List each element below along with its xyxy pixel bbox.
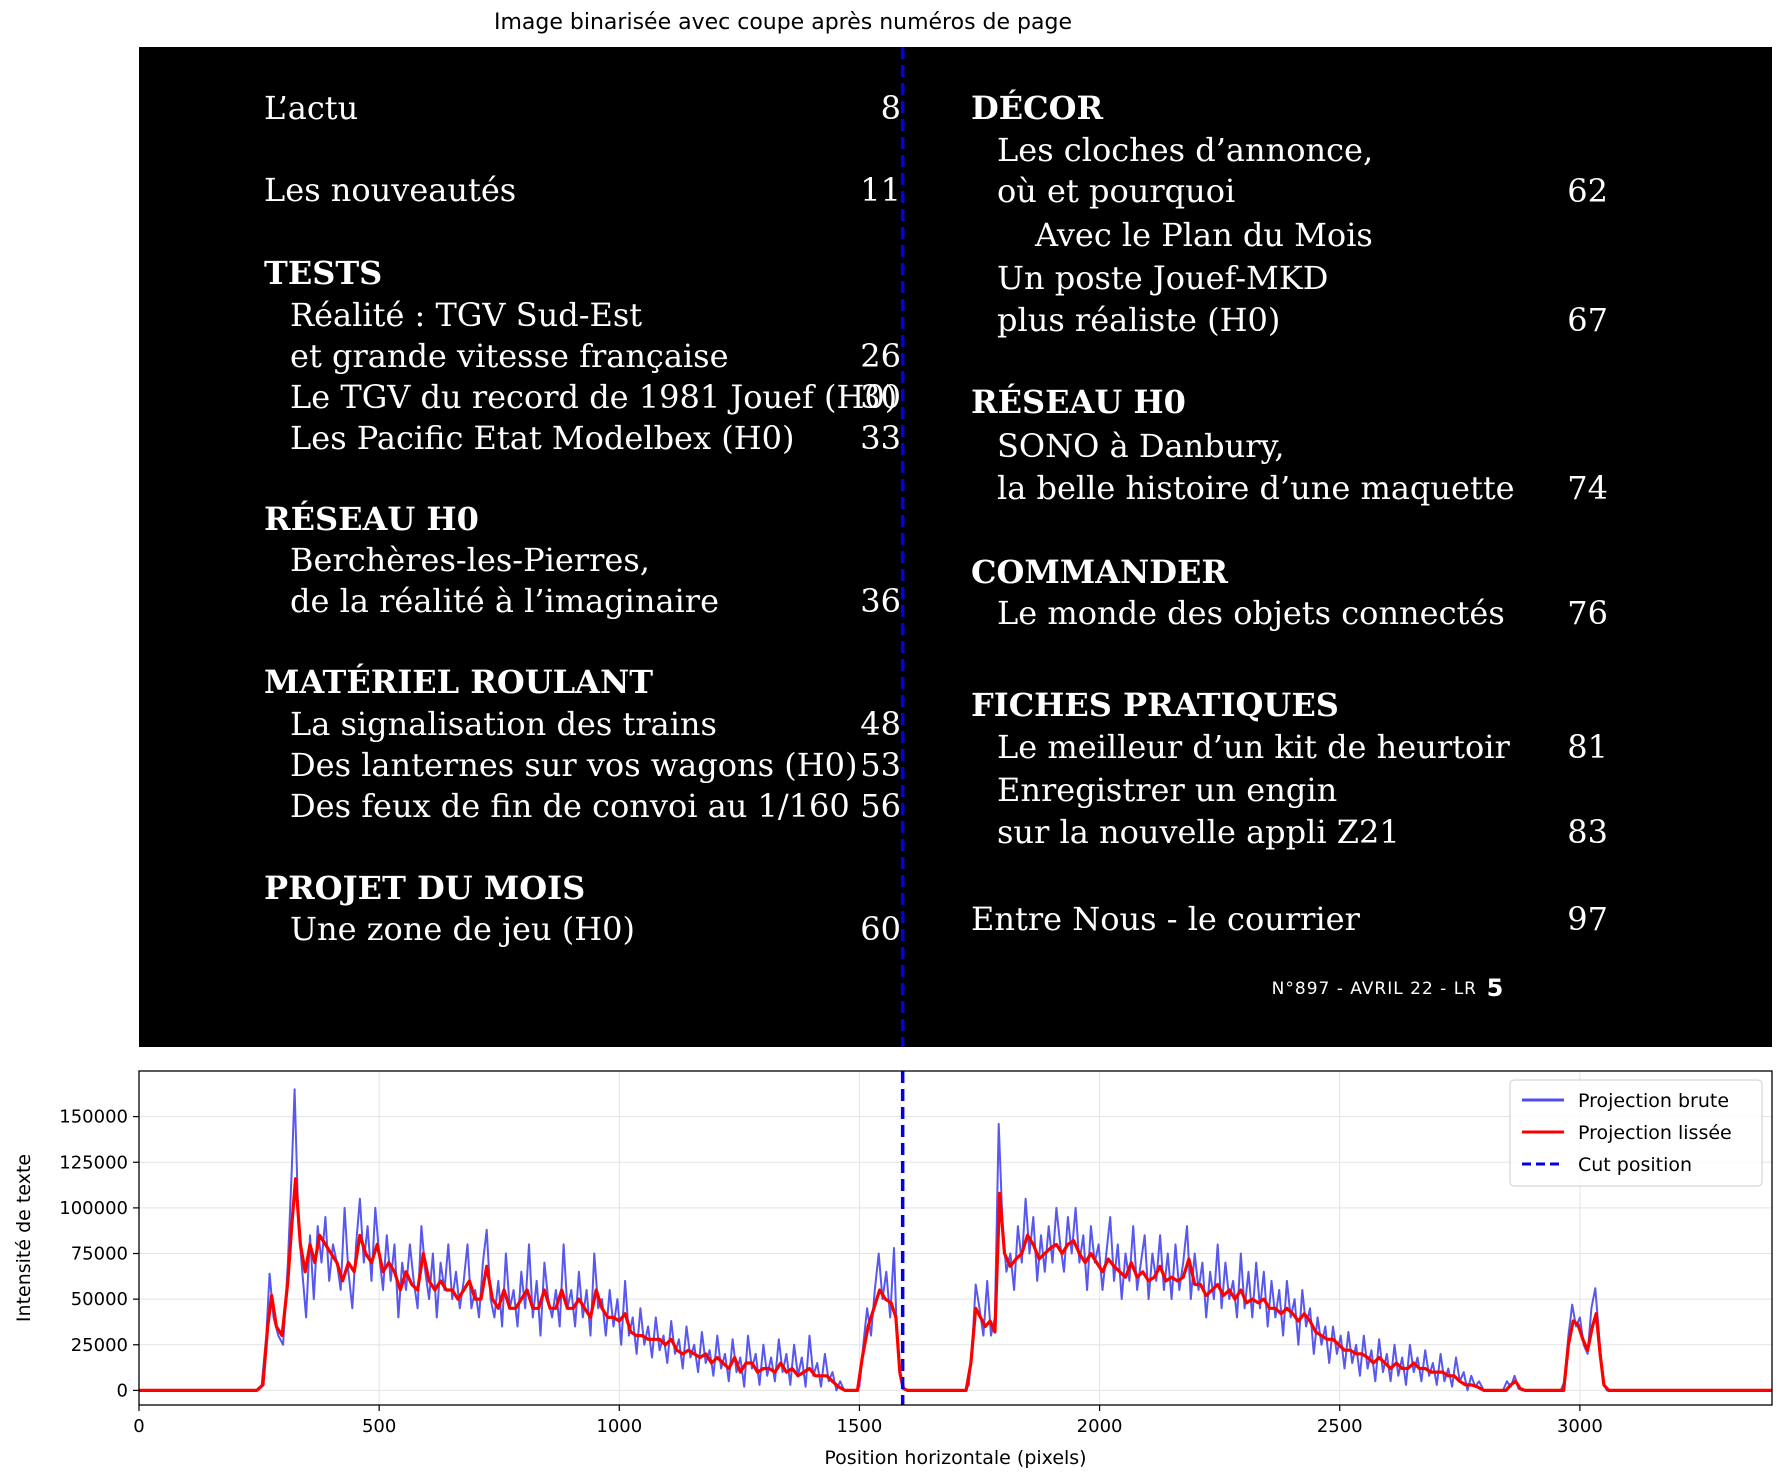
legend-label-2: Cut position: [1578, 1154, 1692, 1176]
y-tick-label-1: 25000: [71, 1335, 128, 1356]
y-tick-label-4: 100000: [59, 1198, 128, 1219]
y-tick-label-3: 75000: [71, 1244, 128, 1265]
legend-label-1: Projection lissée: [1578, 1122, 1732, 1144]
x-axis-label: Position horizontale (pixels): [824, 1447, 1086, 1469]
y-tick-label-5: 125000: [59, 1152, 128, 1173]
y-tick-label-0: 0: [117, 1380, 128, 1401]
y-axis-label: Intensité de texte: [13, 1154, 35, 1322]
y-tick-label-2: 50000: [71, 1289, 128, 1310]
y-tick-label-6: 150000: [59, 1107, 128, 1128]
x-tick-label-1: 500: [362, 1416, 396, 1437]
x-tick-label-0: 0: [133, 1416, 144, 1437]
x-tick-label-6: 3000: [1557, 1416, 1603, 1437]
x-tick-label-2: 1000: [596, 1416, 642, 1437]
legend-label-0: Projection brute: [1578, 1090, 1729, 1112]
x-tick-label-4: 2000: [1077, 1416, 1123, 1437]
x-tick-label-5: 2500: [1317, 1416, 1363, 1437]
projection-chart: 0 500 1000 1500 2000 2500 3000 0 25000 50000 75000…: [13, 1070, 1773, 1469]
x-tick-label-3: 1500: [837, 1416, 883, 1437]
